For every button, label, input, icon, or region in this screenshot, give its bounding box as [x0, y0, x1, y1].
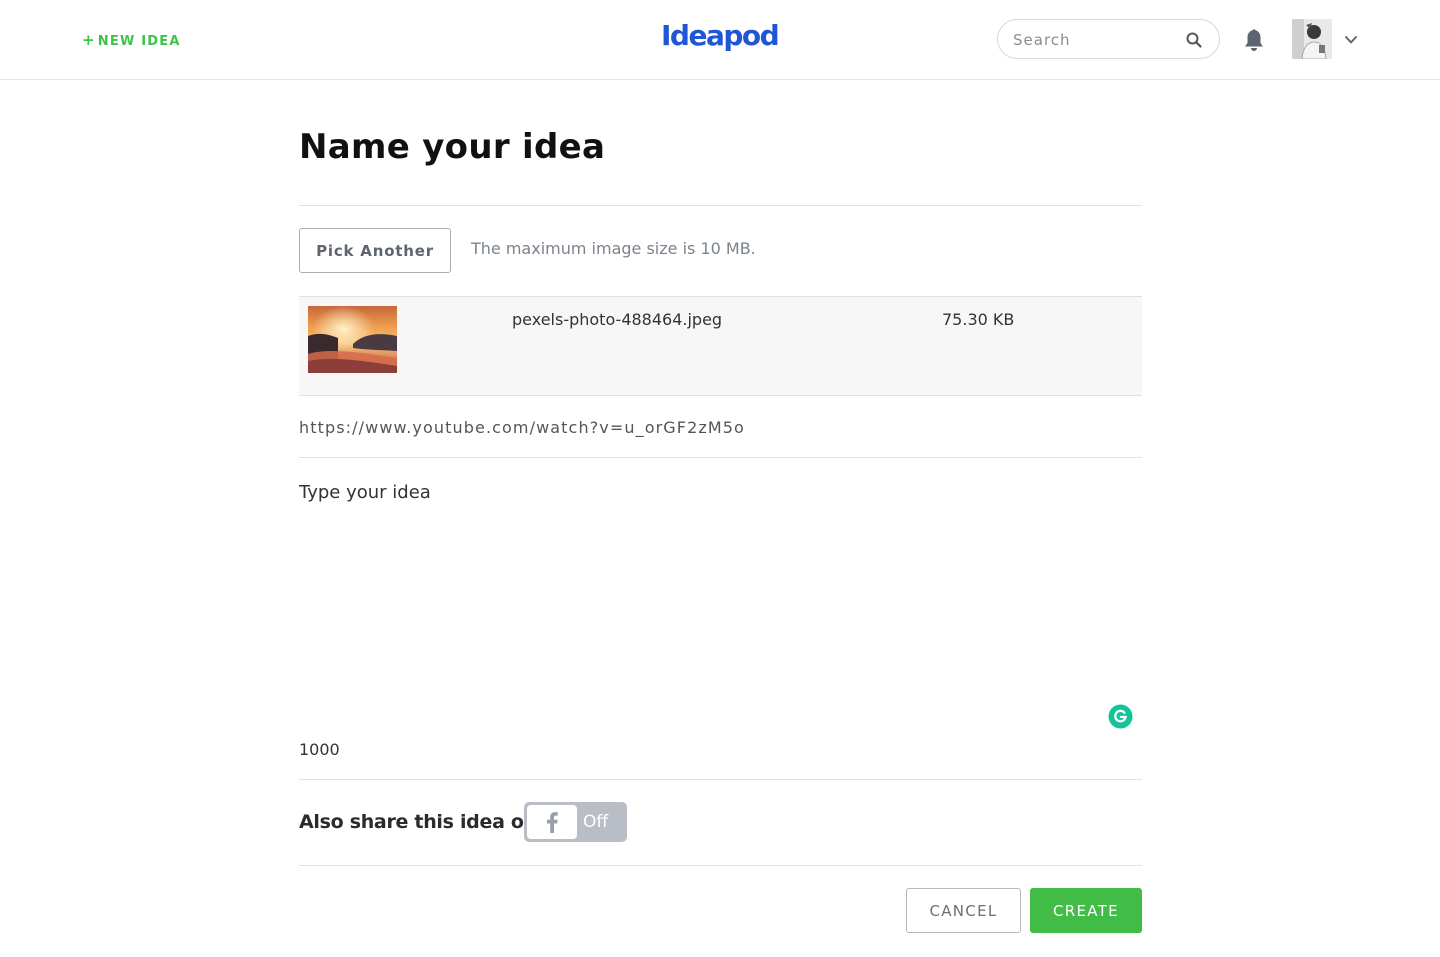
facebook-icon	[547, 812, 558, 833]
plus-icon: +	[82, 31, 96, 49]
ideapod-logo[interactable]: Ideapod	[661, 19, 780, 52]
max-image-size-note: The maximum image size is 10 MB.	[471, 239, 756, 258]
uploaded-file-row: pexels-photo-488464.jpeg 75.30 KB	[299, 296, 1142, 396]
new-idea-label: NEW IDEA	[97, 34, 181, 49]
file-size: 75.30 KB	[942, 310, 1015, 329]
divider	[299, 457, 1142, 458]
cancel-button[interactable]: CANCEL	[906, 888, 1021, 933]
new-idea-link[interactable]: + NEW IDEA	[82, 31, 181, 49]
toggle-knob	[527, 805, 577, 839]
chevron-down-icon[interactable]	[1343, 34, 1359, 46]
file-name: pexels-photo-488464.jpeg	[512, 310, 723, 329]
divider	[299, 205, 1142, 206]
search-icon[interactable]	[1186, 32, 1202, 48]
bell-icon[interactable]	[1242, 27, 1266, 53]
character-count: 1000	[299, 740, 340, 759]
image-thumbnail	[308, 306, 397, 373]
facebook-share-toggle[interactable]: Off	[524, 802, 627, 842]
pick-another-button[interactable]: Pick Another	[299, 228, 451, 273]
search-box[interactable]	[997, 19, 1220, 59]
video-url-field[interactable]: https://www.youtube.com/watch?v=u_orGF2z…	[299, 418, 745, 437]
page-title[interactable]: Name your idea	[299, 127, 605, 167]
create-button[interactable]: CREATE	[1030, 888, 1142, 933]
idea-text-field[interactable]	[299, 482, 1142, 732]
divider	[299, 779, 1142, 780]
share-label: Also share this idea on	[299, 811, 537, 833]
top-header: + NEW IDEA Ideapod	[0, 0, 1440, 80]
search-input[interactable]	[1013, 29, 1173, 51]
avatar[interactable]	[1292, 19, 1332, 59]
divider	[299, 865, 1142, 866]
grammarly-icon[interactable]	[1108, 704, 1133, 729]
avatar-photo	[1292, 19, 1332, 59]
toggle-state-label: Off	[583, 812, 609, 832]
